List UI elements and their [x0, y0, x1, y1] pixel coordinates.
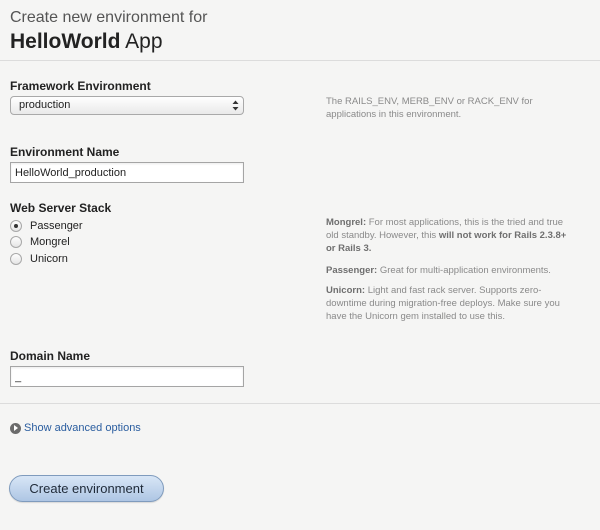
- web-server-stack-label: Web Server Stack: [10, 201, 112, 215]
- unicorn-help-title: Unicorn:: [326, 285, 366, 296]
- domain-name-input[interactable]: [10, 366, 244, 387]
- unicorn-help: Unicorn: Light and fast rack server. Sup…: [326, 284, 576, 323]
- passenger-help: Passenger: Great for multi-application e…: [326, 264, 576, 277]
- passenger-help-text: Great for multi-application environments…: [379, 265, 551, 276]
- expand-arrow-icon: [10, 422, 21, 434]
- radio-unicorn[interactable]: [10, 253, 22, 265]
- environment-name-input[interactable]: [10, 162, 244, 183]
- radio-option-passenger[interactable]: Passenger: [10, 219, 83, 233]
- page-title: HelloWorld App: [10, 29, 600, 55]
- radio-mongrel[interactable]: [10, 236, 22, 248]
- create-environment-page: Create new environment for HelloWorld Ap…: [0, 0, 600, 530]
- app-name: HelloWorld: [10, 30, 121, 53]
- environment-name-label: Environment Name: [10, 145, 120, 159]
- create-environment-button[interactable]: Create environment: [9, 475, 164, 502]
- framework-environment-select[interactable]: production: [10, 96, 244, 115]
- form-divider: [0, 403, 600, 404]
- domain-name-label: Domain Name: [10, 349, 91, 363]
- radio-passenger-label: Passenger: [30, 220, 83, 232]
- passenger-help-title: Passenger:: [326, 265, 378, 276]
- radio-option-unicorn[interactable]: Unicorn: [10, 252, 68, 266]
- page-subtitle: Create new environment for: [10, 9, 208, 26]
- mongrel-help-title: Mongrel:: [326, 217, 367, 228]
- show-advanced-options-link[interactable]: Show advanced options: [10, 421, 141, 435]
- header-divider: [0, 60, 600, 61]
- radio-passenger[interactable]: [10, 220, 22, 232]
- show-advanced-options-label: Show advanced options: [24, 422, 141, 434]
- radio-unicorn-label: Unicorn: [30, 253, 68, 265]
- mongrel-help: Mongrel: For most applications, this is …: [326, 216, 576, 255]
- radio-mongrel-label: Mongrel: [30, 236, 70, 248]
- page-header: Create new environment for HelloWorld Ap…: [10, 8, 600, 55]
- select-arrows-icon: [232, 100, 239, 111]
- framework-environment-label: Framework Environment: [10, 79, 151, 93]
- framework-environment-help: The RAILS_ENV, MERB_ENV or RACK_ENV for …: [326, 96, 533, 120]
- radio-option-mongrel[interactable]: Mongrel: [10, 235, 70, 249]
- app-suffix: App: [125, 30, 163, 53]
- framework-environment-value: production: [19, 99, 71, 111]
